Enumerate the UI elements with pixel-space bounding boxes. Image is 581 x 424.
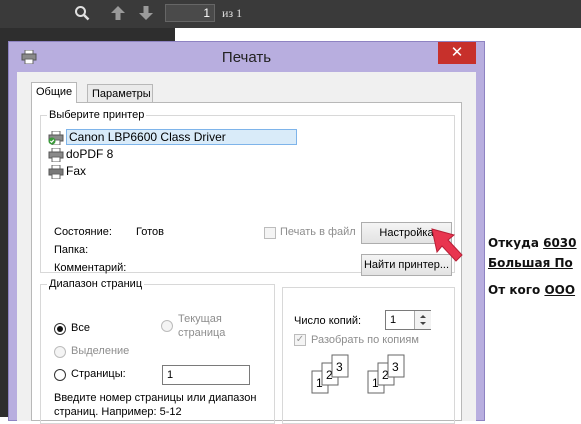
doc-from-label: Откуда	[488, 236, 539, 250]
comment-label: Комментарий:	[54, 262, 127, 274]
pointer-arrow	[428, 225, 466, 268]
doc-street-value: Большая По	[488, 256, 573, 270]
doc-from-value: 6030	[543, 236, 577, 250]
fax-icon	[48, 164, 64, 180]
arrow-up-icon[interactable]	[110, 5, 126, 26]
tab-panel-general: Выберите принтер Canon LBP6600 Class Dri…	[31, 102, 462, 424]
pages-label: Страницы:	[71, 368, 126, 380]
printer-item-canon[interactable]: Canon LBP6600 Class Driver	[48, 129, 297, 146]
close-icon: ✕	[450, 44, 464, 61]
printer-name: Canon LBP6600 Class Driver	[66, 129, 297, 145]
select-printer-legend: Выберите принтер	[49, 109, 145, 121]
tab-parameters[interactable]: Параметры	[87, 84, 153, 102]
current-page-label-line1: Текущая	[178, 313, 222, 325]
viewer-toolbar: 1 из 1	[0, 0, 581, 28]
status-label: Состояние:	[54, 226, 112, 238]
printer-name: Fax	[66, 164, 87, 178]
copies-spinner[interactable]	[414, 311, 431, 329]
doc-who-label: От кого	[488, 283, 541, 297]
page-range-hint-line2: страниц. Например: 5-12	[54, 406, 182, 418]
copies-label: Число копий:	[294, 315, 362, 327]
tab-general[interactable]: Общие	[31, 82, 78, 103]
current-page-label-line2: страница	[178, 327, 226, 339]
svg-text:3: 3	[336, 360, 343, 374]
status-value: Готов	[136, 226, 164, 238]
print-dialog: Печать ✕ Общие Параметры Выберите принте…	[8, 41, 485, 424]
page-number-input[interactable]: 1	[165, 4, 215, 22]
pages-radio[interactable]	[54, 369, 66, 381]
printer-default-icon	[48, 130, 64, 146]
spinner-arrows-icon	[420, 315, 426, 325]
page-range-hint-line1: Введите номер страницы или диапазон	[54, 392, 257, 404]
printer-item-fax[interactable]: Fax	[48, 163, 87, 180]
pages-input[interactable]: 1	[162, 365, 250, 385]
collate-icon: 1 2 3 1 2 3	[310, 353, 420, 404]
doc-from-line: Откуда 6030	[488, 236, 577, 250]
close-button[interactable]: ✕	[438, 42, 476, 64]
dialog-title: Печать	[221, 49, 272, 66]
folder-label: Папка:	[54, 244, 89, 256]
page-range-legend: Диапазон страниц	[49, 278, 143, 290]
search-icon[interactable]	[74, 5, 90, 26]
dialog-client: Общие Параметры Выберите принтер Canon L…	[17, 72, 476, 424]
svg-text:3: 3	[392, 360, 399, 374]
printer-item-dopdf[interactable]: doPDF 8	[48, 146, 114, 163]
print-to-file-checkbox[interactable]	[264, 227, 276, 239]
page-count-label: из 1	[222, 6, 243, 20]
collate-label: Разобрать по копиям	[311, 334, 419, 346]
selection-radio[interactable]	[54, 346, 66, 358]
doc-who-line: От кого ООО	[488, 283, 575, 297]
arrow-down-icon[interactable]	[138, 5, 154, 26]
dialog-titlebar[interactable]: Печать ✕	[9, 42, 484, 72]
printer-name: doPDF 8	[66, 147, 114, 161]
selection-label: Выделение	[71, 345, 130, 357]
all-pages-radio[interactable]	[54, 323, 66, 335]
print-to-file-label: Печать в файл	[280, 226, 356, 238]
printer-icon	[48, 147, 64, 163]
current-page-radio[interactable]	[161, 320, 173, 332]
doc-who-value: ООО	[544, 283, 576, 297]
collate-checkbox[interactable]: ✓	[294, 334, 306, 346]
all-pages-label: Все	[71, 322, 90, 334]
